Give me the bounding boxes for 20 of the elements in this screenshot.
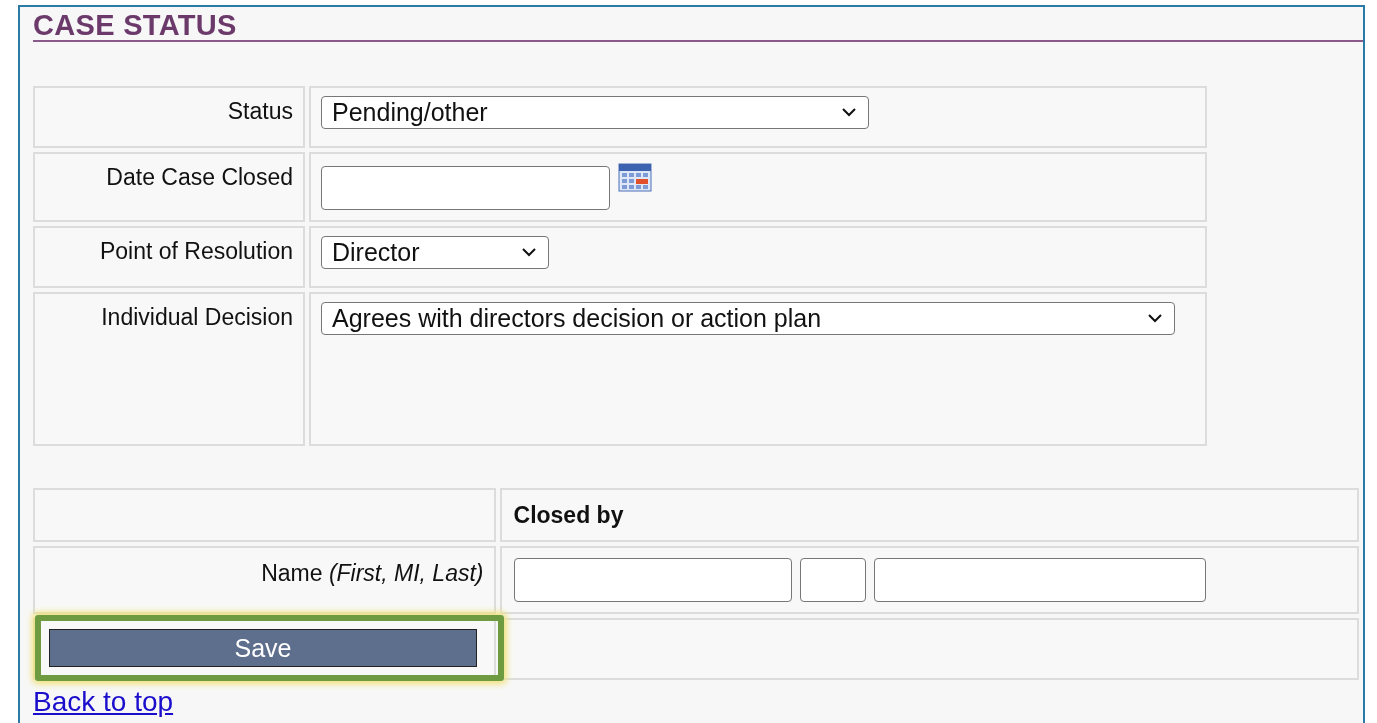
first-name-input[interactable] xyxy=(513,558,792,602)
caret-icon xyxy=(522,248,536,257)
caret-icon xyxy=(1148,314,1162,323)
field-label: Date Case Closed xyxy=(33,152,305,222)
back-to-top-link[interactable]: Back to top xyxy=(33,686,174,718)
caret-icon xyxy=(842,108,856,117)
calendar-icon[interactable] xyxy=(618,162,652,192)
field-label: Individual Decision xyxy=(33,292,305,446)
last-name-input[interactable] xyxy=(873,558,1206,602)
date-input[interactable] xyxy=(321,166,610,210)
dropdown[interactable]: Agrees with directors decision or action plan xyxy=(321,302,1175,335)
field-label: Status xyxy=(33,86,305,148)
middle-initial-input[interactable] xyxy=(799,558,866,602)
dropdown[interactable]: Director xyxy=(321,236,549,269)
section-title: CASE STATUS xyxy=(33,7,1363,42)
name-label: Name (First, MI, Last) xyxy=(33,546,496,614)
field-label: Point of Resolution xyxy=(33,226,305,288)
dropdown[interactable]: Pending/other xyxy=(321,96,869,129)
closed-by-heading: Closed by xyxy=(499,488,1359,542)
save-button[interactable]: Save xyxy=(49,629,477,667)
